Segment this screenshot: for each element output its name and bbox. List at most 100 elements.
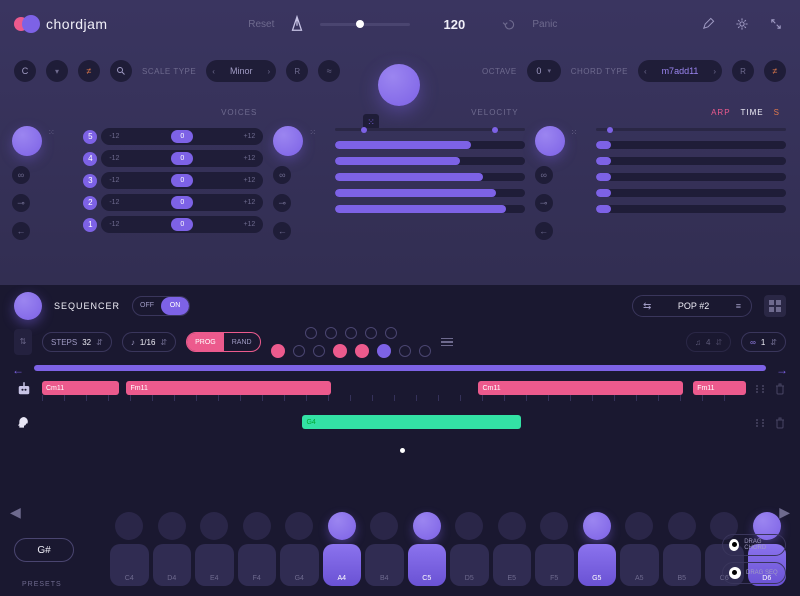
voice-transpose-slider[interactable]: -120+12: [101, 216, 263, 233]
key-switch[interactable]: [200, 512, 228, 540]
key-cap[interactable]: G4: [280, 544, 319, 586]
voices-back-icon[interactable]: ←: [12, 222, 30, 240]
time-key-icon[interactable]: ⊸: [535, 194, 553, 212]
time-back-icon[interactable]: ←: [535, 222, 553, 240]
key-cap[interactable]: F5: [535, 544, 574, 586]
key-switch[interactable]: [158, 512, 186, 540]
chord-ne-icon[interactable]: ≠: [764, 60, 786, 82]
voice-transpose-slider[interactable]: -120+12: [101, 150, 263, 167]
voices-loop-icon[interactable]: ∞: [12, 166, 30, 184]
melody-clip[interactable]: G4: [302, 415, 520, 429]
key-cap[interactable]: C4: [110, 544, 149, 586]
velocity-bar-4[interactable]: [335, 189, 525, 197]
root-arrow[interactable]: ▾: [46, 60, 68, 82]
velocity-back-icon[interactable]: ←: [273, 222, 291, 240]
pattern-dot[interactable]: [419, 345, 431, 357]
key-cap[interactable]: A5: [620, 544, 659, 586]
key-cap[interactable]: C5: [408, 544, 447, 586]
prog-rand-toggle[interactable]: PROG RAND: [186, 332, 260, 352]
chord-clip[interactable]: Fm11: [126, 381, 330, 395]
sequencer-knob[interactable]: [14, 292, 42, 320]
bpm-value[interactable]: 120: [424, 17, 484, 32]
melody-grip-icon[interactable]: [754, 417, 766, 429]
keys-left-icon[interactable]: ◀: [10, 504, 21, 521]
pattern-dot[interactable]: [365, 327, 377, 339]
key-switch[interactable]: [370, 512, 398, 540]
s-tab[interactable]: S: [774, 108, 780, 124]
reset-button[interactable]: Reset: [248, 19, 274, 30]
velocity-bar-1[interactable]: [335, 141, 525, 149]
voice-number[interactable]: 1: [83, 218, 97, 232]
pencil-icon[interactable]: [698, 14, 718, 34]
key-switch[interactable]: [625, 512, 653, 540]
time-bar-2[interactable]: [596, 157, 786, 165]
chord-r-icon[interactable]: R: [732, 60, 754, 82]
swing-selector[interactable]: ♫ 4 ⇵: [686, 332, 731, 352]
key-switch[interactable]: [668, 512, 696, 540]
chord-trash-icon[interactable]: [774, 383, 786, 395]
key-cap[interactable]: F4: [238, 544, 277, 586]
key-cap[interactable]: E5: [493, 544, 532, 586]
scale-r-icon[interactable]: R: [286, 60, 308, 82]
pattern-dot[interactable]: [325, 327, 337, 339]
pattern-dot[interactable]: [305, 327, 317, 339]
key-cap[interactable]: A4: [323, 544, 362, 586]
voice-transpose-slider[interactable]: -120+12: [101, 194, 263, 211]
scroll-right-icon[interactable]: →: [776, 363, 788, 377]
voices-key-icon[interactable]: ⊸: [12, 194, 30, 212]
preset-selector[interactable]: ⇆ POP #2 ≡: [632, 295, 752, 317]
voices-knob[interactable]: [12, 126, 42, 156]
pattern-dot[interactable]: [399, 345, 411, 357]
chord-clip[interactable]: Cm11: [478, 381, 682, 395]
loop-selector[interactable]: ∞ 1 ⇵: [741, 332, 786, 352]
voice-number[interactable]: 4: [83, 152, 97, 166]
key-switch[interactable]: [328, 512, 356, 540]
scale-link-icon[interactable]: ≈: [318, 60, 340, 82]
time-range-slider[interactable]: [596, 128, 786, 131]
voice-number[interactable]: 2: [83, 196, 97, 210]
velocity-key-icon[interactable]: ⊸: [273, 194, 291, 212]
pattern-dot[interactable]: [271, 344, 285, 358]
time-bar-1[interactable]: [596, 141, 786, 149]
search-icon[interactable]: [110, 60, 132, 82]
pattern-dot[interactable]: [333, 344, 347, 358]
time-bar-3[interactable]: [596, 173, 786, 181]
pattern-dot[interactable]: [355, 344, 369, 358]
expand-icon[interactable]: [766, 14, 786, 34]
updown-handle-icon[interactable]: ⇅: [14, 329, 32, 355]
pattern-dot[interactable]: [385, 327, 397, 339]
velocity-knob[interactable]: [273, 126, 303, 156]
velocity-bar-2[interactable]: [335, 157, 525, 165]
keys-right-icon[interactable]: ▶: [779, 504, 790, 521]
metronome-icon[interactable]: [288, 15, 306, 33]
sequencer-toggle[interactable]: OFF ON: [132, 296, 190, 316]
time-tab[interactable]: TIME: [741, 108, 764, 124]
key-switch[interactable]: [285, 512, 313, 540]
root-note-selector[interactable]: C: [14, 60, 36, 82]
division-selector[interactable]: ♪ 1/16 ⇵: [122, 332, 176, 352]
head-icon[interactable]: [14, 413, 34, 433]
key-cap[interactable]: D4: [153, 544, 192, 586]
chord-track[interactable]: Cm11 Fm11 Cm11 Fm11: [42, 381, 746, 397]
time-bar-4[interactable]: [596, 189, 786, 197]
voice-transpose-slider[interactable]: -120+12: [101, 128, 263, 145]
time-knob[interactable]: [535, 126, 565, 156]
arp-tab[interactable]: ARP: [711, 108, 730, 124]
playhead-marker[interactable]: [400, 448, 405, 453]
chord-clip[interactable]: Cm11: [42, 381, 119, 395]
octave-selector[interactable]: 0 ▾: [527, 60, 561, 82]
scroll-left-icon[interactable]: ←: [12, 363, 24, 377]
pattern-dot[interactable]: [345, 327, 357, 339]
time-dice-icon[interactable]: ⁙: [571, 128, 578, 137]
velocity-range-slider[interactable]: [335, 128, 525, 131]
tempo-slider[interactable]: [320, 23, 410, 26]
key-switch[interactable]: [498, 512, 526, 540]
key-switch[interactable]: [455, 512, 483, 540]
key-cap[interactable]: D5: [450, 544, 489, 586]
key-switch[interactable]: [413, 512, 441, 540]
key-cap[interactable]: B5: [663, 544, 702, 586]
velocity-bar-3[interactable]: [335, 173, 525, 181]
drag-chord-button[interactable]: DRAG CHORD: [722, 534, 786, 556]
timeline-bar[interactable]: [34, 365, 766, 371]
voice-number[interactable]: 5: [83, 130, 97, 144]
